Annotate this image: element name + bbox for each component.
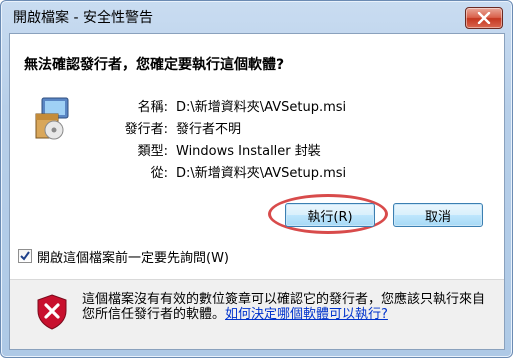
checkmark-icon — [20, 251, 30, 261]
publisher-label: 發行者: — [124, 122, 168, 137]
type-value: Windows Installer 封裝 — [176, 144, 321, 159]
window-title: 開啟檔案 - 安全性警告 — [13, 10, 153, 26]
dialog-body: 無法確認發行者，您確定要執行這個軟體? 名稱: D:\新增資料夾\AVSetup… — [9, 33, 505, 350]
from-value: D:\新增資料夾\AVSetup.msi — [176, 166, 347, 181]
run-button[interactable]: 執行(R) — [285, 203, 375, 227]
installer-package-icon — [35, 97, 69, 140]
type-label: 類型: — [137, 144, 168, 159]
always-ask-label: 開啟這個檔案前一定要先詢問(W) — [37, 250, 229, 266]
cancel-button[interactable]: 取消 — [393, 203, 483, 227]
warning-message: 這個檔案沒有有效的數位簽章可以確認它的發行者，您應該只執行來自您所信任發行者的軟… — [82, 292, 490, 322]
publisher-value: 發行者不明 — [176, 122, 242, 137]
from-label: 從: — [150, 166, 168, 181]
warning-footer: 這個檔案沒有有效的數位簽章可以確認它的發行者，您應該只執行來自您所信任發行者的軟… — [10, 280, 504, 349]
close-icon — [477, 12, 491, 24]
title-bar[interactable]: 開啟檔案 - 安全性警告 — [1, 1, 512, 31]
dialog-heading: 無法確認發行者，您確定要執行這個軟體? — [24, 57, 285, 73]
name-label: 名稱: — [137, 100, 168, 115]
always-ask-option[interactable]: 開啟這個檔案前一定要先詢問(W) — [18, 247, 229, 266]
name-value: D:\新增資料夾\AVSetup.msi — [176, 100, 347, 115]
close-button[interactable] — [465, 7, 503, 29]
always-ask-checkbox[interactable] — [18, 249, 32, 263]
help-link[interactable]: 如何決定哪個軟體可以執行? — [225, 307, 388, 322]
shield-warning-icon — [37, 294, 67, 330]
security-warning-window: 開啟檔案 - 安全性警告 無法確認發行者，您確定要執行這個軟體? 名稱: D:\… — [0, 0, 513, 358]
